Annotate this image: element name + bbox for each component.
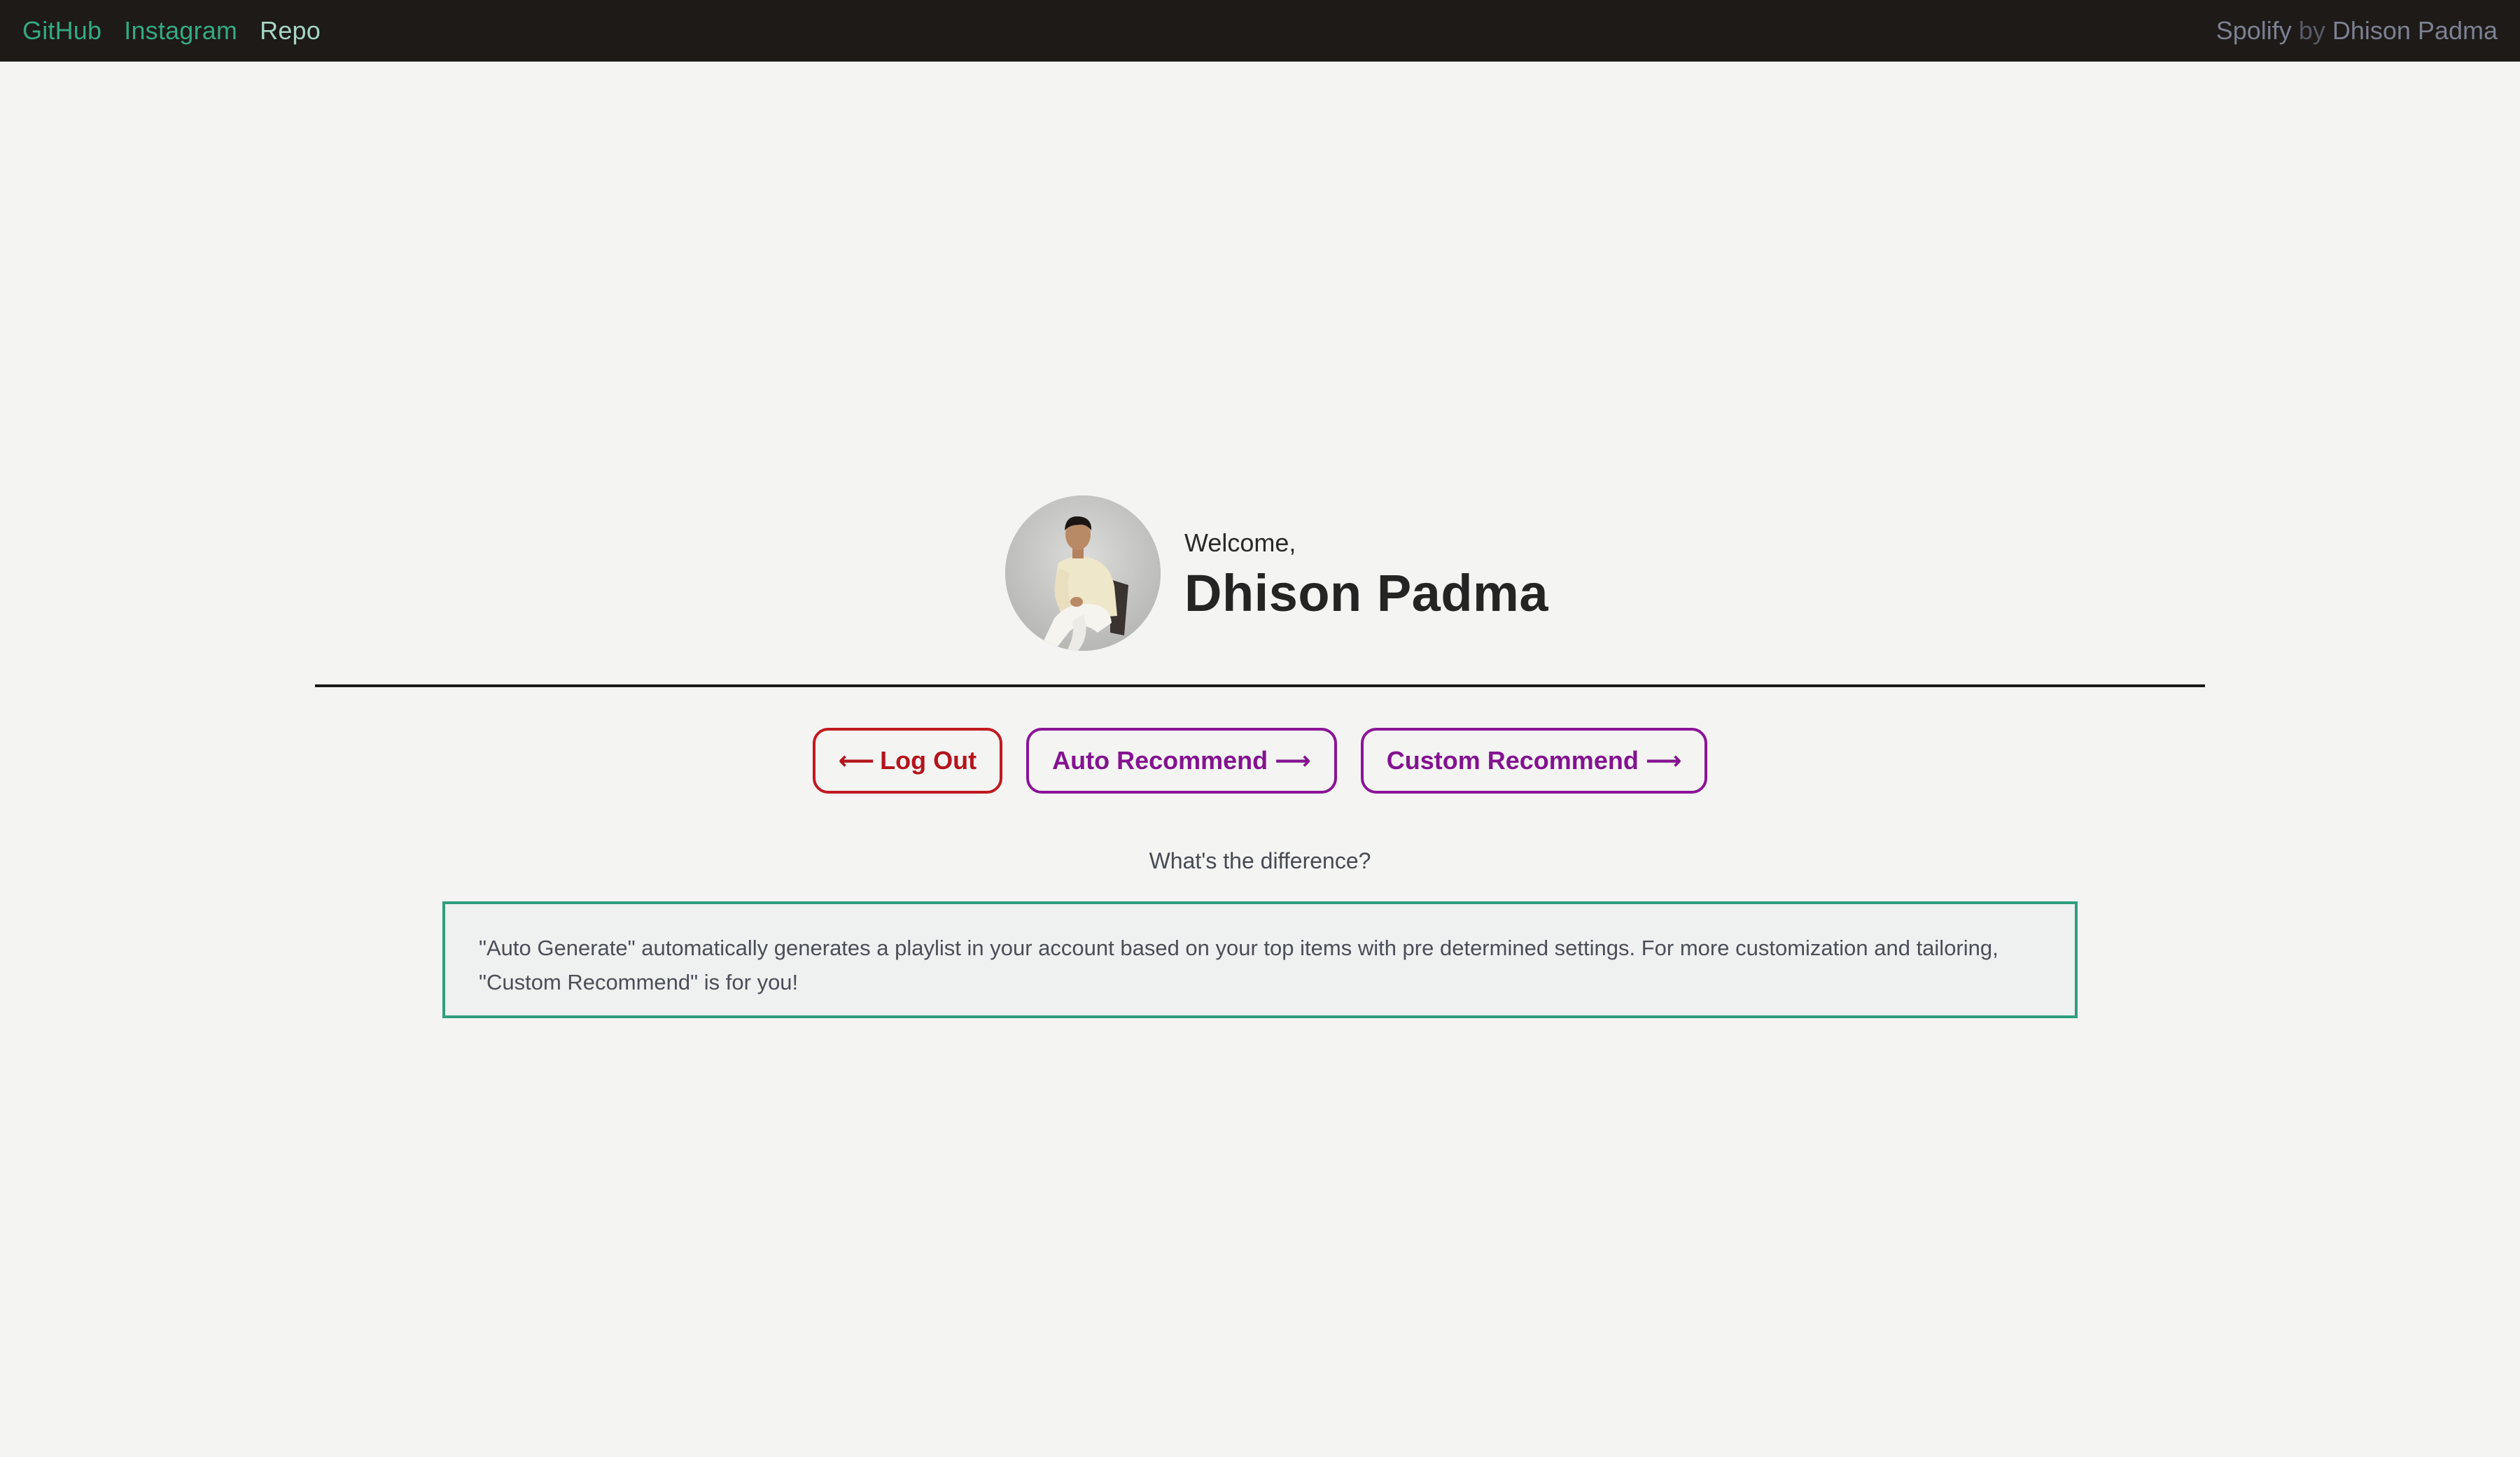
arrow-left-icon: ⟵ [838, 746, 875, 775]
section-divider [315, 684, 2205, 687]
avatar [1005, 495, 1161, 651]
logout-button[interactable]: ⟵ Log Out [812, 728, 1003, 794]
greeting: Welcome, Dhison Padma [1184, 524, 1548, 623]
auto-recommend-label: Auto Recommend [1052, 746, 1268, 775]
explanation-text: "Auto Generate" automatically generates … [479, 936, 1998, 994]
custom-recommend-label: Custom Recommend [1386, 746, 1639, 775]
difference-question: What's the difference? [1149, 848, 1371, 873]
user-name: Dhison Padma [1184, 563, 1548, 622]
top-nav-bar: GitHub Instagram Repo Spolify by Dhison … [0, 0, 2520, 62]
author-name: Dhison Padma [2332, 16, 2498, 45]
logout-label: Log Out [880, 746, 977, 775]
arrow-right-icon: ⟶ [1645, 746, 1682, 775]
action-buttons: ⟵ Log Out Auto Recommend ⟶ Custom Recomm… [0, 728, 2520, 794]
explanation-box: "Auto Generate" automatically generates … [442, 901, 2078, 1018]
brand-by: by [2298, 16, 2325, 45]
instagram-link[interactable]: Instagram [124, 16, 237, 45]
welcome-text: Welcome, [1184, 528, 1296, 557]
auto-recommend-button[interactable]: Auto Recommend ⟶ [1026, 728, 1337, 794]
brand-credit: Spolify by Dhison Padma [2216, 16, 2498, 45]
app-name: Spolify [2216, 16, 2292, 45]
custom-recommend-button[interactable]: Custom Recommend ⟶ [1360, 728, 1708, 794]
github-link[interactable]: GitHub [22, 16, 102, 45]
user-photo-icon [1005, 495, 1161, 651]
arrow-right-icon: ⟶ [1275, 746, 1311, 775]
profile-header: Welcome, Dhison Padma [1005, 495, 1548, 651]
nav-links: GitHub Instagram Repo [22, 16, 321, 45]
repo-link[interactable]: Repo [260, 16, 321, 45]
